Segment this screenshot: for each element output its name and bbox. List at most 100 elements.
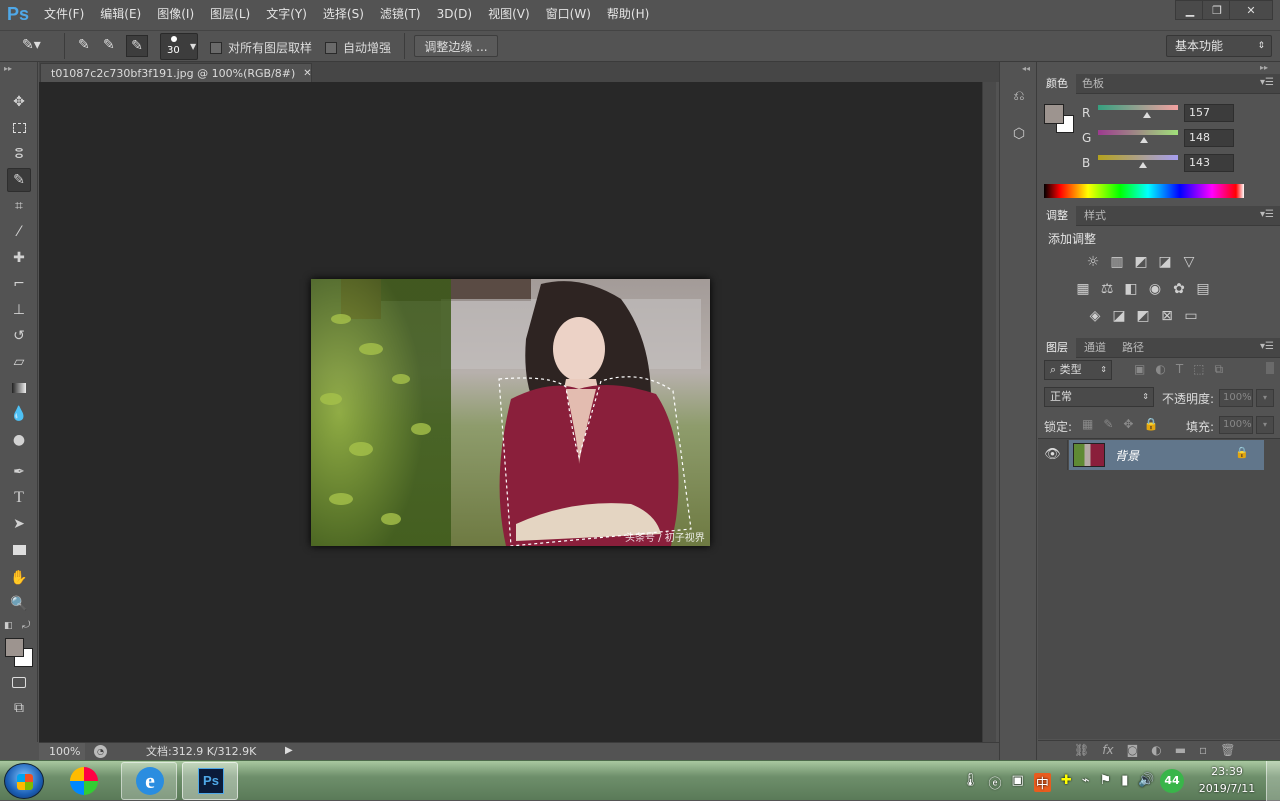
clock-date[interactable]: 2019/7/11 [1194,782,1260,795]
exposure-icon[interactable]: ◪ [1156,254,1174,270]
brush-size-picker[interactable]: 30 ▼ [160,33,198,60]
channel-g-thumb[interactable] [1140,137,1149,143]
new-group-icon[interactable]: ▬ [1175,743,1186,757]
selective-color-icon[interactable]: ⊠ [1158,308,1176,324]
panel-menu-icon[interactable]: ▾☰ [1260,77,1274,88]
restore-button[interactable]: ❐ [1202,0,1232,20]
close-tab-icon[interactable]: ✕ [303,68,311,79]
blend-mode-dropdown[interactable]: 正常 ⇕ [1044,387,1154,407]
close-button[interactable]: ✕ [1229,0,1273,20]
tab-layers[interactable]: 图层 [1038,338,1076,358]
posterize-icon[interactable]: ◪ [1110,308,1128,324]
channel-b-slider[interactable] [1098,155,1178,160]
start-orb[interactable] [4,763,44,799]
black-white-icon[interactable]: ◧ [1122,281,1140,297]
filter-smart-object-icon[interactable]: ⧉ [1215,362,1224,377]
expand-panels-icon[interactable]: ◂◂ [1022,64,1030,73]
pen-tool-icon[interactable]: ✒ [7,460,31,484]
color-spectrum-bar[interactable] [1044,184,1244,198]
lock-pixels-icon[interactable]: ✎ [1103,417,1113,431]
levels-icon[interactable]: ▥ [1108,254,1126,270]
action-center-icon[interactable]: ⚑ [1100,773,1112,792]
minimize-button[interactable]: ▁ [1175,0,1205,20]
ps-taskbar-button[interactable]: Ps [182,762,238,800]
ie-tray-icon[interactable]: ⓔ [989,773,1002,792]
refine-edge-button[interactable]: 调整边缘 ... [414,35,498,57]
filter-adjustment-icon[interactable]: ◐ [1155,362,1165,377]
gradient-tool-icon[interactable] [7,376,31,400]
move-tool-icon[interactable]: ✥ [7,90,31,114]
channel-mixer-icon[interactable]: ✿ [1170,281,1188,297]
brush-tool-icon[interactable]: ⌐ [7,272,31,296]
healing-brush-tool-icon[interactable]: ✚ [7,246,31,270]
screen-mode-icon[interactable]: ⧉ [7,696,31,720]
auto-enhance-checkbox[interactable]: 自动增强 [325,39,391,56]
thermometer-icon[interactable]: 🌡 [962,773,979,792]
document-image[interactable]: 头条号 / 初子视界 [311,279,710,546]
qq-icon[interactable]: ▣ [1012,773,1024,792]
clock-time[interactable]: 23:39 [1198,765,1256,778]
lock-position-icon[interactable]: ✥ [1123,417,1133,431]
dodge-tool-icon[interactable]: ● [7,428,31,452]
filter-type-icon[interactable]: T [1176,362,1183,377]
tab-paths[interactable]: 路径 [1114,338,1152,358]
color-lookup-icon[interactable]: ▤ [1194,281,1212,297]
channel-r-input[interactable]: 157 [1184,104,1234,122]
crop-tool-icon[interactable]: ⌗ [7,194,31,218]
badge-counter[interactable]: 44 [1160,769,1184,793]
menu-file[interactable]: 文件(F) [36,0,92,28]
collapse-icon[interactable]: ▸▸ [1260,63,1268,72]
hand-tool-icon[interactable]: ✋ [7,566,31,590]
filter-shape-icon[interactable]: ⬚ [1193,362,1204,377]
trash-icon[interactable]: 🗑 [1220,743,1235,757]
360-icon[interactable] [66,765,102,797]
network-icon[interactable]: ▮ [1121,773,1128,792]
quick-selection-tool-icon[interactable]: ✎ [7,168,31,192]
tab-adjustments[interactable]: 调整 [1038,206,1076,226]
eraser-tool-icon[interactable]: ▱ [7,350,31,374]
opacity-input[interactable]: 100% [1219,389,1253,407]
info-icon[interactable]: ◔ [94,745,107,758]
channel-g-input[interactable]: 148 [1184,129,1234,147]
status-menu-arrow-icon[interactable]: ▶ [285,745,293,756]
channel-b-input[interactable]: 143 [1184,154,1234,172]
properties-panel-icon[interactable]: ⬡ [1008,126,1030,148]
menu-type[interactable]: 文字(Y) [258,0,315,28]
eye-icon[interactable]: 👁 [1038,440,1068,470]
document-tab[interactable]: t01087c2c730bf3f191.jpg @ 100%(RGB/8#) ✕ [40,63,312,82]
menu-select[interactable]: 选择(S) [315,0,372,28]
photo-filter-icon[interactable]: ◉ [1146,281,1164,297]
opacity-chevron-icon[interactable]: ▾ [1256,389,1274,407]
quick-selection-preset-icon[interactable]: ✎▾ [22,37,41,53]
lock-icon[interactable]: 🔒 [1235,446,1249,459]
usb-icon[interactable]: ⌁ [1082,773,1090,792]
type-tool-icon[interactable]: T [7,486,31,510]
blur-tool-icon[interactable]: 💧 [7,402,31,426]
marquee-tool-icon[interactable] [7,116,31,140]
fill-chevron-icon[interactable]: ▾ [1256,416,1274,434]
zoom-tool-icon[interactable]: 🔍 [7,592,31,616]
history-brush-tool-icon[interactable]: ↺ [7,324,31,348]
foreground-color-swatch[interactable] [1044,104,1064,124]
fill-input[interactable]: 100% [1219,416,1253,434]
menu-edit[interactable]: 编辑(E) [92,0,149,28]
lasso-tool-icon[interactable]: ⵓ [7,142,31,166]
filter-toggle[interactable] [1266,362,1274,374]
new-layer-icon[interactable]: ▫ [1199,743,1207,757]
ie-taskbar-button[interactable]: e [121,762,177,800]
menu-layer[interactable]: 图层(L) [202,0,258,28]
vertical-scrollbar[interactable] [982,82,996,742]
panel-menu-icon[interactable]: ▾☰ [1260,209,1274,220]
swap-colors-icon[interactable]: ⤾ [22,620,30,631]
channel-b-thumb[interactable] [1138,162,1147,168]
rectangle-tool-icon[interactable] [7,538,31,562]
menu-help[interactable]: 帮助(H) [599,0,657,28]
threshold-icon[interactable]: ◩ [1134,308,1152,324]
curves-icon[interactable]: ◩ [1132,254,1150,270]
360-security-icon[interactable]: ✚ [1061,773,1072,792]
color-balance-icon[interactable]: ⚖ [1098,281,1116,297]
menu-window[interactable]: 窗口(W) [538,0,599,28]
ime-icon[interactable]: 中 [1033,773,1051,792]
show-desktop-button[interactable] [1266,761,1280,801]
layer-row[interactable]: 背景 🔒 [1069,440,1264,470]
